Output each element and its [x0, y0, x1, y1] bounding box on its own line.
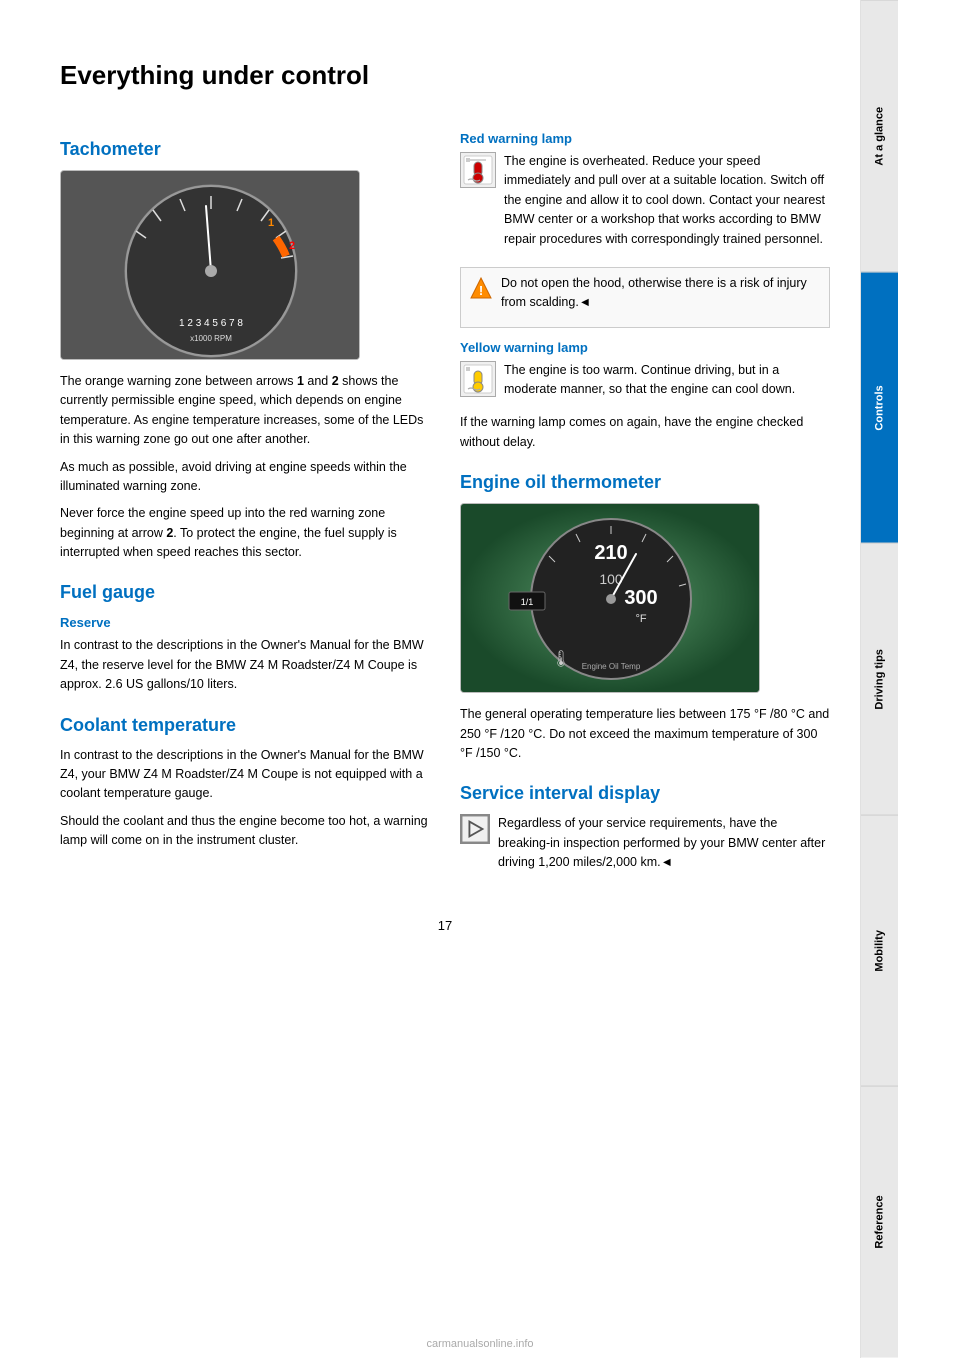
warning-note-box: ! Do not open the hood, otherwise there …: [460, 267, 830, 328]
service-interval-icon: [460, 814, 490, 844]
fuel-gauge-reserve-heading: Reserve: [60, 615, 430, 630]
page-number: 17: [60, 918, 830, 933]
svg-text:1: 1: [268, 217, 274, 229]
yellow-warning-body: The engine is too warm. Continue driving…: [504, 361, 830, 400]
fuel-gauge-body: In contrast to the descriptions in the O…: [60, 636, 430, 694]
svg-text:°F: °F: [635, 613, 646, 625]
yellow-warning-section: Yellow warning lamp: [460, 340, 830, 453]
fuel-gauge-heading: Fuel gauge: [60, 582, 430, 603]
coolant-heading: Coolant temperature: [60, 715, 430, 736]
service-interval-body: Regardless of your service requirements,…: [498, 814, 830, 872]
svg-text:!: !: [479, 283, 483, 298]
svg-text:Engine Oil Temp: Engine Oil Temp: [582, 662, 641, 671]
tachometer-svg: 1 2 3 4 5 6 7 8 x1000 RPM 1 2: [61, 171, 360, 360]
sidebar-tab-mobility[interactable]: Mobility: [861, 815, 898, 1087]
service-interval-box: Regardless of your service requirements,…: [460, 814, 830, 880]
svg-text:2: 2: [289, 240, 295, 252]
red-lamp-icon: [460, 152, 496, 188]
svg-text:1/1: 1/1: [521, 597, 534, 607]
coolant-section: Coolant temperature In contrast to the d…: [60, 715, 430, 851]
red-warning-body: The engine is overheated. Reduce your sp…: [504, 152, 830, 249]
tachometer-body2: As much as possible, avoid driving at en…: [60, 458, 430, 497]
service-interval-section: Service interval display Regardless of y…: [460, 783, 830, 880]
sidebar-tab-at-a-glance[interactable]: At a glance: [861, 0, 898, 272]
page-title: Everything under control: [60, 60, 830, 91]
coolant-body2: Should the coolant and thus the engine b…: [60, 812, 430, 851]
coolant-body1: In contrast to the descriptions in the O…: [60, 746, 430, 804]
service-interval-heading: Service interval display: [460, 783, 830, 804]
oil-thermo-section: Engine oil thermometer: [460, 472, 830, 763]
yellow-warning-heading: Yellow warning lamp: [460, 340, 830, 355]
yellow-lamp-icon: [460, 361, 496, 397]
svg-text:1 2 3 4 5 6 7 8: 1 2 3 4 5 6 7 8: [179, 318, 243, 329]
tachometer-heading: Tachometer: [60, 139, 430, 160]
right-sidebar: At a glance Controls Driving tips Mobili…: [860, 0, 898, 1358]
tachometer-image: 1 2 3 4 5 6 7 8 x1000 RPM 1 2: [60, 170, 360, 360]
sidebar-tab-driving-tips[interactable]: Driving tips: [861, 543, 898, 815]
red-warning-heading: Red warning lamp: [460, 131, 830, 146]
yellow-warning-followup: If the warning lamp comes on again, have…: [460, 413, 830, 452]
sidebar-tab-controls[interactable]: Controls: [861, 272, 898, 544]
tachometer-body3: Never force the engine speed up into the…: [60, 504, 430, 562]
warning-triangle-icon: !: [469, 276, 493, 300]
sidebar-tab-reference[interactable]: Reference: [861, 1086, 898, 1358]
svg-text:x1000 RPM: x1000 RPM: [190, 334, 232, 343]
red-warning-section: Red warning lamp: [460, 131, 830, 328]
oil-thermo-svg: 210 100 300 °F 1/1: [461, 504, 760, 693]
tachometer-section: Tachometer: [60, 139, 430, 562]
tachometer-body1: The orange warning zone between arrows 1…: [60, 372, 430, 450]
fuel-gauge-section: Fuel gauge Reserve In contrast to the de…: [60, 582, 430, 694]
oil-thermo-image: 210 100 300 °F 1/1: [460, 503, 760, 693]
watermark: carmanualsonline.info: [426, 1338, 533, 1350]
oil-thermo-body: The general operating temperature lies b…: [460, 705, 830, 763]
svg-text:300: 300: [624, 587, 657, 609]
yellow-lamp-indicator: The engine is too warm. Continue driving…: [460, 361, 830, 408]
svg-text:210: 210: [594, 542, 627, 564]
svg-text:🌡: 🌡: [551, 650, 571, 668]
engine-temp-yellow-icon: [462, 363, 494, 395]
engine-temp-red-icon: [462, 154, 494, 186]
warning-triangle: !: [469, 276, 493, 300]
oil-thermo-heading: Engine oil thermometer: [460, 472, 830, 493]
service-play-icon: [462, 815, 488, 843]
red-lamp-indicator: The engine is overheated. Reduce your sp…: [460, 152, 830, 257]
warning-note-text: Do not open the hood, otherwise there is…: [501, 274, 821, 313]
